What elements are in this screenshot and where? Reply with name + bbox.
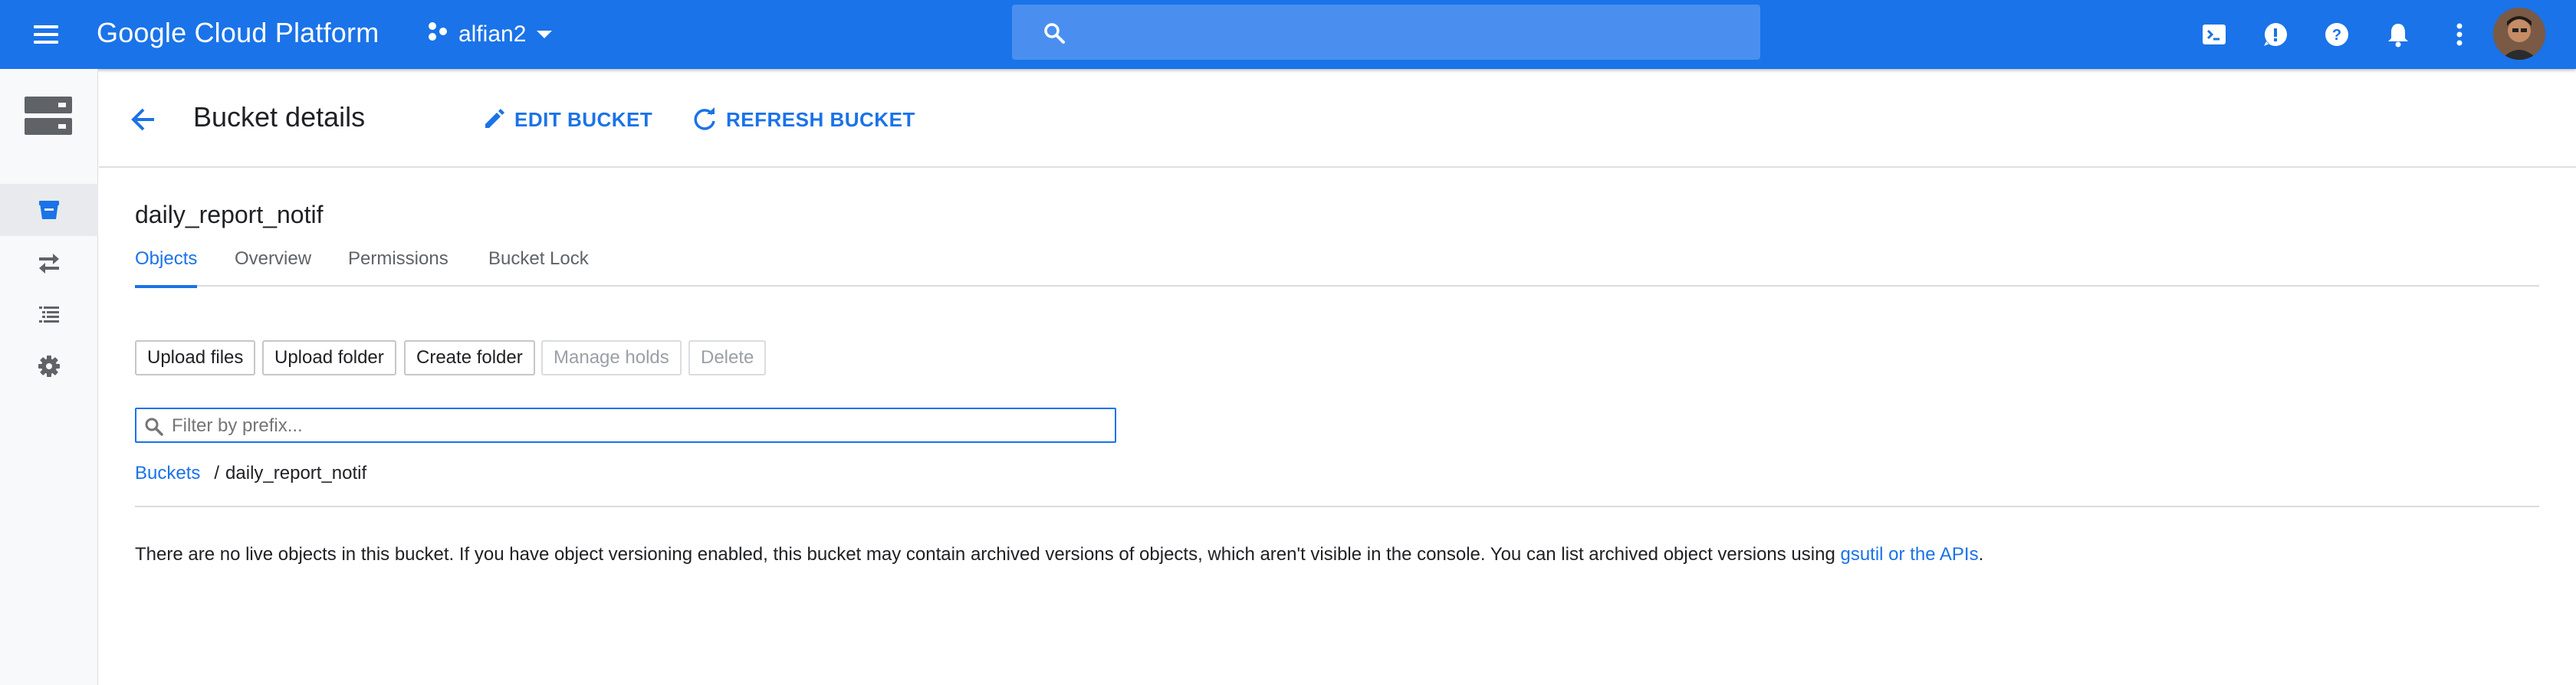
notifications-icon[interactable] bbox=[2383, 19, 2413, 50]
tab-overview[interactable]: Overview bbox=[235, 248, 311, 285]
upload-folder-button[interactable]: Upload folder bbox=[262, 340, 396, 375]
notice-text: There are no live objects in this bucket… bbox=[135, 544, 1841, 565]
edit-bucket-label: EDIT BUCKET bbox=[514, 107, 653, 131]
tab-bar: Objects Overview Permissions Bucket Lock bbox=[135, 244, 2539, 288]
chevron-down-icon bbox=[537, 31, 553, 38]
bucket-name-heading: daily_report_notif bbox=[135, 201, 324, 228]
page-title: Bucket details bbox=[193, 101, 366, 133]
tab-objects[interactable]: Objects bbox=[135, 248, 198, 288]
gsutil-apis-link[interactable]: gsutil or the APIs bbox=[1840, 544, 1978, 565]
breadcrumb-current: daily_report_notif bbox=[225, 463, 367, 483]
breadcrumb-buckets-link[interactable]: Buckets bbox=[135, 463, 200, 484]
project-name: alfian2 bbox=[458, 21, 527, 47]
feedback-icon[interactable] bbox=[2260, 19, 2291, 50]
settings-icon[interactable] bbox=[0, 340, 98, 392]
refresh-bucket-label: REFRESH BUCKET bbox=[726, 107, 915, 131]
svg-text:?: ? bbox=[2332, 27, 2341, 44]
browser-icon[interactable] bbox=[0, 184, 98, 236]
refresh-icon bbox=[692, 107, 717, 132]
project-selector[interactable]: alfian2 bbox=[426, 18, 553, 51]
avatar[interactable] bbox=[2493, 8, 2545, 60]
search-input[interactable] bbox=[1012, 5, 1760, 60]
search-icon bbox=[1043, 21, 1066, 48]
project-icon bbox=[426, 20, 449, 49]
transfer-appliance-icon[interactable] bbox=[0, 288, 98, 340]
tab-bucket-lock[interactable]: Bucket Lock bbox=[488, 248, 589, 285]
tab-permissions[interactable]: Permissions bbox=[348, 248, 449, 285]
pencil-icon bbox=[482, 108, 505, 131]
menu-icon[interactable] bbox=[31, 19, 61, 50]
filter-input[interactable] bbox=[172, 414, 1107, 438]
delete-button[interactable]: Delete bbox=[688, 340, 767, 375]
top-app-bar: Google Cloud Platform alfian2 ? bbox=[0, 0, 2576, 69]
notice-end: . bbox=[1978, 544, 1984, 565]
transfer-icon[interactable] bbox=[0, 236, 98, 288]
storage-product-icon[interactable] bbox=[25, 97, 72, 136]
search-icon bbox=[144, 417, 164, 441]
divider bbox=[135, 506, 2539, 507]
refresh-bucket-button[interactable]: REFRESH BUCKET bbox=[692, 103, 915, 136]
edit-bucket-button[interactable]: EDIT BUCKET bbox=[482, 103, 652, 136]
more-vert-icon[interactable] bbox=[2444, 19, 2475, 50]
breadcrumb-separator: / bbox=[214, 463, 220, 483]
breadcrumb: Buckets / daily_report_notif bbox=[135, 463, 366, 484]
cloud-shell-icon[interactable] bbox=[2199, 19, 2229, 50]
product-brand[interactable]: Google Cloud Platform bbox=[97, 17, 379, 49]
create-folder-button[interactable]: Create folder bbox=[404, 340, 535, 375]
filter-by-prefix-field[interactable] bbox=[135, 408, 1116, 443]
upload-files-button[interactable]: Upload files bbox=[135, 340, 256, 375]
page-header: Bucket details EDIT BUCKET REFRESH BUCKE… bbox=[99, 69, 2576, 168]
manage-holds-button[interactable]: Manage holds bbox=[541, 340, 682, 375]
empty-bucket-notice: There are no live objects in this bucket… bbox=[135, 544, 1983, 565]
help-icon[interactable]: ? bbox=[2321, 19, 2352, 50]
left-nav bbox=[0, 69, 98, 685]
back-arrow-icon[interactable] bbox=[127, 103, 160, 136]
